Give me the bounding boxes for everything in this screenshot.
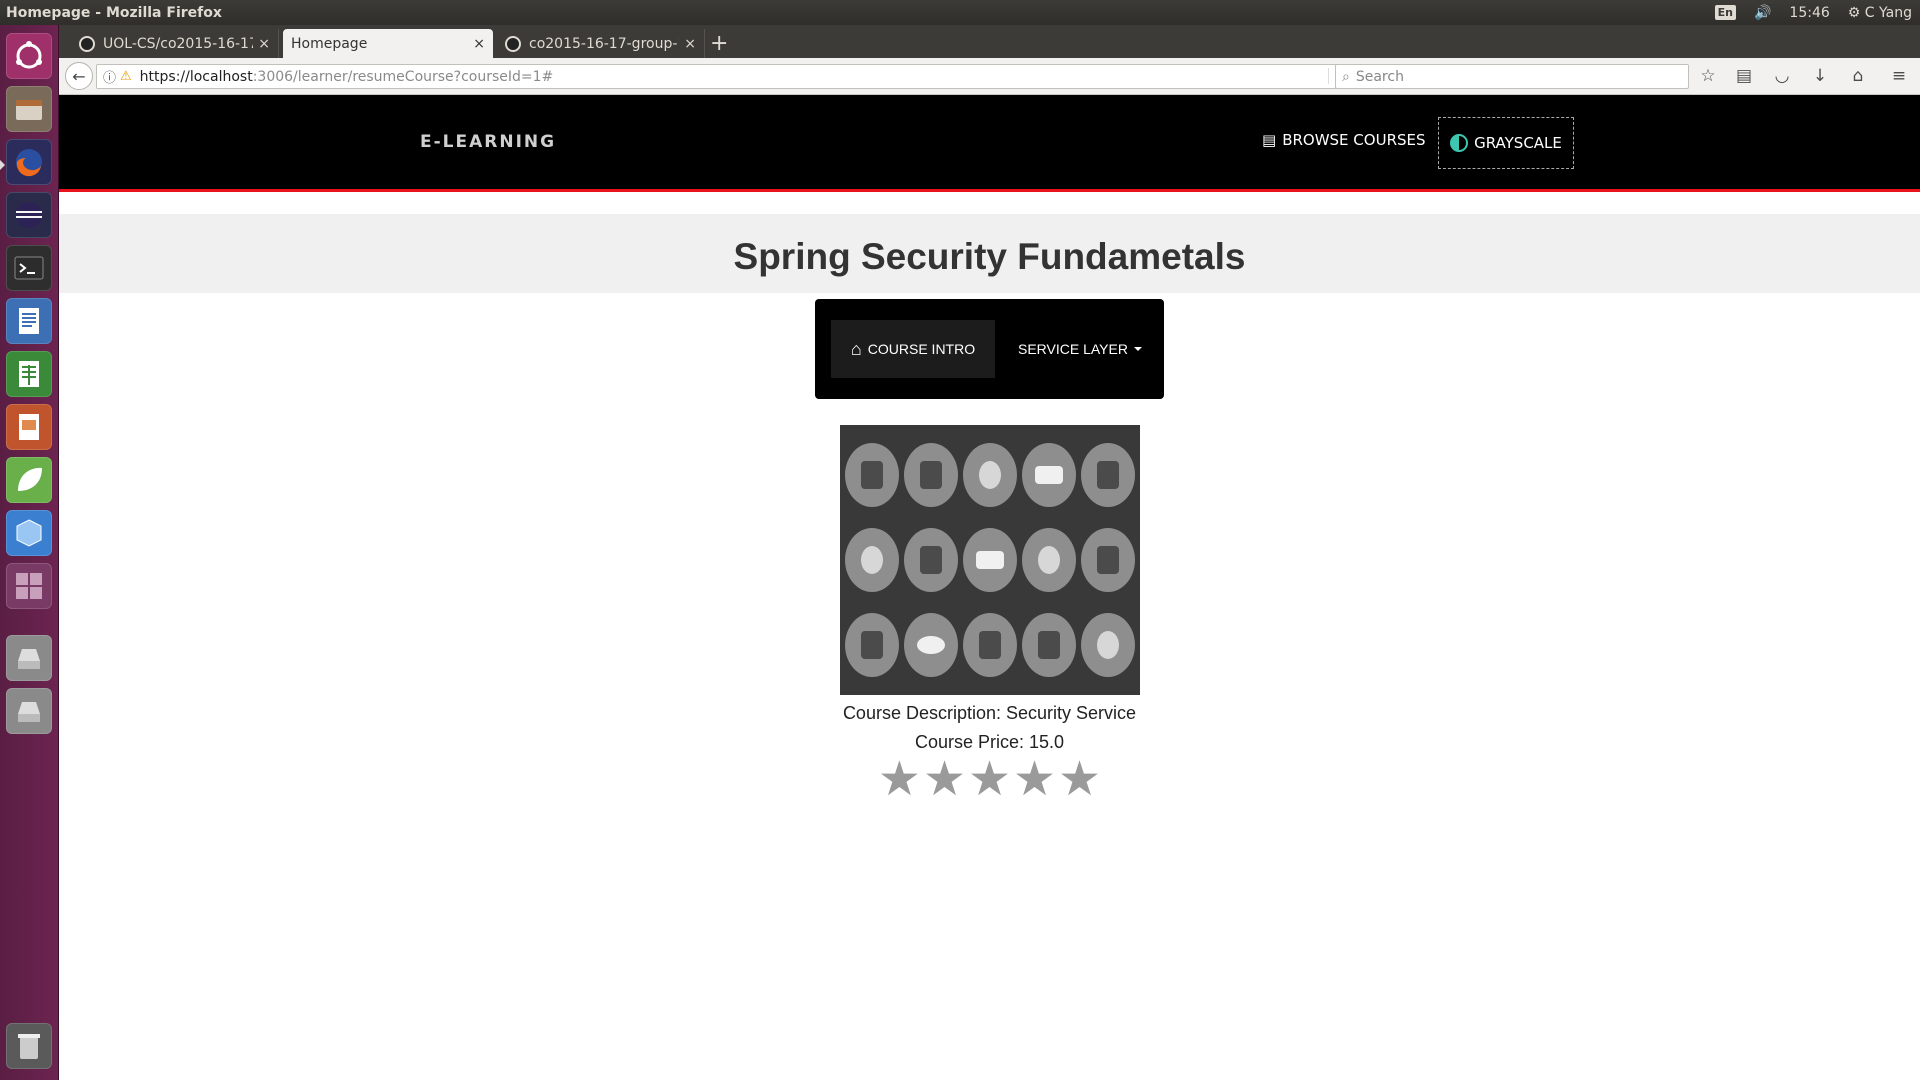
star-rating: ★ ★ ★ ★ ★ (59, 755, 1920, 803)
tab-homepage[interactable]: Homepage × (283, 29, 493, 58)
url-bar[interactable]: ⓘ ⚠ https://localhost:3006/learner/resum… (96, 64, 1358, 89)
star-icon[interactable]: ★ (968, 755, 1011, 803)
image-tile (1021, 527, 1076, 592)
site-brand[interactable]: E-LEARNING (420, 132, 556, 152)
tab-label: Homepage (291, 35, 368, 52)
star-icon[interactable]: ★ (1058, 755, 1101, 803)
course-nav: ⌂ COURSE INTRO SERVICE LAYER (815, 299, 1164, 399)
tab-github-repo[interactable]: UOL-CS/co2015-16-17- × (71, 29, 279, 58)
workspace-switcher-icon[interactable] (6, 563, 52, 609)
chevron-down-icon (1133, 347, 1142, 351)
tab-label: UOL-CS/co2015-16-17- (103, 35, 253, 52)
tab-github-group[interactable]: co2015-16-17-group-10 × (497, 29, 705, 58)
bookmark-star-icon[interactable]: ☆ (1697, 65, 1719, 87)
home-icon[interactable]: ⌂ (1847, 65, 1869, 87)
trash-icon[interactable] (6, 1023, 52, 1069)
star-icon[interactable]: ★ (923, 755, 966, 803)
back-button[interactable]: ← (65, 62, 93, 90)
site-info-icon[interactable]: ⓘ ⚠ (97, 67, 140, 86)
user-name: C Yang (1864, 4, 1912, 21)
browser-nav-bar: ← ⓘ ⚠ https://localhost:3006/learner/res… (59, 58, 1920, 95)
image-tile (1080, 442, 1135, 507)
course-intro-tab[interactable]: ⌂ COURSE INTRO (831, 320, 995, 378)
window-title: Homepage - Mozilla Firefox (6, 4, 222, 21)
course-description: Course Description: Security Service (842, 703, 1137, 723)
image-tile (962, 442, 1017, 507)
image-tile (845, 527, 900, 592)
image-tile (962, 527, 1017, 592)
ubuntu-dash-icon[interactable] (6, 33, 52, 79)
impress-icon[interactable] (6, 404, 52, 450)
browse-courses-label: BROWSE COURSES (1282, 131, 1426, 149)
system-indicators: En 🔊 15:46 ⚙ C Yang (1714, 0, 1912, 25)
url-host: https://localhost (139, 68, 253, 85)
image-tile (904, 442, 959, 507)
files-icon[interactable] (6, 86, 52, 132)
search-input[interactable]: ⌕ Search (1335, 64, 1689, 89)
downloads-icon[interactable]: ↓ (1809, 65, 1831, 87)
spring-tool-suite-icon[interactable] (6, 457, 52, 503)
image-tile (904, 527, 959, 592)
list-icon: ▤ (1262, 131, 1277, 149)
drive-icon[interactable] (6, 635, 52, 681)
keyboard-indicator[interactable]: En (1714, 5, 1736, 20)
drive-icon-2[interactable] (6, 688, 52, 734)
image-tile (1021, 442, 1076, 507)
contrast-icon (1450, 134, 1469, 152)
unity-launcher (0, 25, 59, 1080)
image-tile (1021, 613, 1076, 678)
virtualbox-icon[interactable] (6, 510, 52, 556)
course-image (840, 425, 1140, 695)
firefox-icon[interactable] (6, 139, 52, 185)
close-icon[interactable]: × (258, 36, 270, 52)
image-tile (845, 442, 900, 507)
calc-icon[interactable] (6, 351, 52, 397)
image-tile (904, 613, 959, 678)
image-tile (845, 613, 900, 678)
eclipse-icon[interactable] (6, 192, 52, 238)
close-icon[interactable]: × (684, 36, 696, 52)
page-content: E-LEARNING ▤ BROWSE COURSES GRAYSCALE Sp… (59, 95, 1920, 1080)
writer-icon[interactable] (6, 298, 52, 344)
system-top-panel: Homepage - Mozilla Firefox En 🔊 15:46 ⚙ … (0, 0, 1920, 25)
new-tab-button[interactable]: + (710, 31, 728, 56)
session-user[interactable]: ⚙ C Yang (1848, 5, 1912, 21)
volume-icon[interactable]: 🔊 (1754, 5, 1771, 21)
active-app-indicator (0, 160, 5, 170)
browser-tab-bar: UOL-CS/co2015-16-17- × Homepage × co2015… (59, 25, 1920, 58)
image-tile (1080, 613, 1135, 678)
terminal-icon[interactable] (6, 245, 52, 291)
image-tile (962, 613, 1017, 678)
image-tile (1080, 527, 1135, 592)
github-icon (79, 35, 95, 52)
github-icon (505, 35, 521, 52)
star-icon[interactable]: ★ (878, 755, 921, 803)
title-band: Spring Security Fundametals (59, 214, 1920, 293)
bookmarks-menu-icon[interactable]: ▤ (1733, 65, 1755, 87)
tab-label: co2015-16-17-group-10 (529, 35, 679, 52)
pocket-icon[interactable]: ◡ (1771, 65, 1793, 87)
search-placeholder: Search (1355, 68, 1404, 85)
grayscale-button[interactable]: GRAYSCALE (1438, 117, 1574, 169)
clock[interactable]: 15:46 (1789, 5, 1829, 21)
browse-courses-link[interactable]: ▤ BROWSE COURSES (1262, 131, 1426, 149)
service-layer-label: SERVICE LAYER (1018, 341, 1128, 357)
course-title: Spring Security Fundametals (733, 236, 1246, 277)
search-icon: ⌕ (1342, 68, 1350, 85)
home-icon: ⌂ (850, 338, 862, 359)
star-icon[interactable]: ★ (1013, 755, 1056, 803)
close-icon[interactable]: × (473, 36, 485, 52)
grayscale-label: GRAYSCALE (1474, 134, 1562, 152)
menu-icon[interactable]: ≡ (1888, 65, 1910, 87)
site-header: E-LEARNING ▤ BROWSE COURSES GRAYSCALE (59, 95, 1920, 192)
service-layer-dropdown[interactable]: SERVICE LAYER (1010, 320, 1150, 378)
url-path: :3006/learner/resumeCourse?courseId=1# (252, 68, 554, 85)
course-intro-label: COURSE INTRO (867, 341, 976, 357)
course-price: Course Price: 15.0 (914, 732, 1065, 752)
